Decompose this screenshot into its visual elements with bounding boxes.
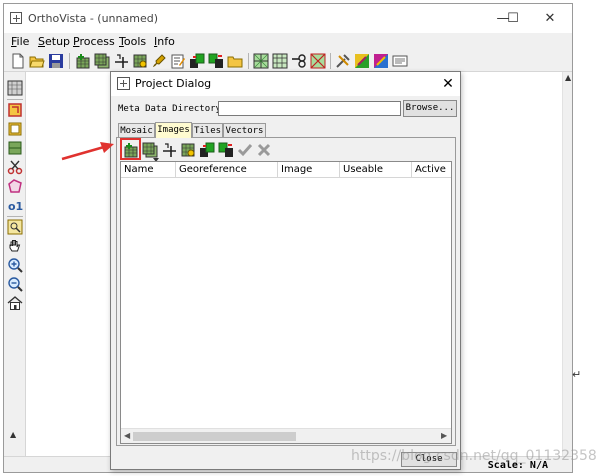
add-image-icon[interactable] (123, 142, 139, 158)
dialog-app-icon (117, 77, 130, 90)
hand-pan-icon[interactable] (7, 238, 23, 254)
title-bar: OrthoVista - (unnamed) — ☐ ✕ (4, 4, 572, 33)
svg-text:o1: o1 (8, 200, 23, 213)
image-panel-icon[interactable] (7, 80, 23, 96)
close-button[interactable]: ✕ (537, 10, 563, 28)
grid-tiles-icon[interactable] (272, 53, 288, 69)
tie-point-icon[interactable] (161, 142, 177, 158)
polygon-icon[interactable] (7, 178, 23, 194)
column-image[interactable]: Image (278, 162, 340, 178)
images-tab-panel: Name Georeference Image Useable Active ◀… (116, 137, 456, 446)
menu-setup[interactable]: Setup (38, 35, 70, 48)
save-icon[interactable] (48, 53, 64, 69)
annotation-arrow (61, 142, 114, 161)
bottom-scroll-indicator[interactable]: ▲ (10, 430, 16, 439)
scrollbar-thumb[interactable] (133, 432, 296, 441)
tools-icon[interactable] (335, 53, 351, 69)
image-settings-icon[interactable] (180, 142, 196, 158)
add-multiple-images-icon[interactable] (94, 53, 110, 69)
image-list[interactable]: Name Georeference Image Useable Active ◀… (120, 161, 452, 444)
column-name[interactable]: Name (121, 162, 176, 178)
zoom-in-icon[interactable] (7, 257, 23, 273)
menu-setup-accesskey: S (38, 35, 45, 48)
tie-point-icon[interactable] (113, 53, 129, 69)
new-file-icon[interactable] (10, 53, 26, 69)
add-multiple-images-icon[interactable] (142, 142, 158, 158)
color-balance-icon[interactable] (354, 53, 370, 69)
frame-icon[interactable] (7, 121, 23, 137)
transfer-icon[interactable] (189, 53, 205, 69)
main-toolbar (4, 50, 572, 72)
menu-file-label: ile (16, 35, 30, 48)
toolbar-separator (330, 53, 331, 69)
return-glyph: ↵ (572, 368, 582, 381)
tab-vectors[interactable]: Vectors (223, 123, 266, 138)
zoom-out-icon[interactable] (7, 276, 23, 292)
report-icon[interactable] (392, 53, 408, 69)
zoom-area-icon[interactable] (7, 219, 23, 235)
list-header: Name Georeference Image Useable Active (121, 162, 451, 178)
image-settings-icon[interactable] (132, 53, 148, 69)
accept-icon[interactable] (237, 142, 253, 158)
project-dialog: Project Dialog ✕ Meta Data Directory Bro… (110, 71, 461, 470)
toolbar-separator (7, 99, 23, 100)
menu-file[interactable]: File (11, 35, 29, 48)
open-folder-icon[interactable] (29, 53, 45, 69)
dialog-title: Project Dialog (135, 77, 212, 90)
vertical-scrollbar[interactable]: ▲ (562, 72, 572, 456)
window-title: OrthoVista - (unnamed) (28, 12, 158, 25)
link-icon[interactable] (291, 53, 307, 69)
maximize-button[interactable]: ☐ (500, 10, 526, 28)
grid-mosaic-icon[interactable] (253, 53, 269, 69)
scroll-up-arrow[interactable]: ▲ (565, 73, 571, 82)
menu-tools[interactable]: Tools (119, 35, 146, 48)
menu-info[interactable]: Info (154, 35, 175, 48)
menu-bar: File Setup Process Tools Info (4, 33, 572, 50)
left-toolbar: o1 ▲ (4, 72, 26, 456)
app-icon (10, 12, 22, 24)
column-active[interactable]: Active (412, 162, 451, 178)
folder-icon[interactable] (227, 53, 243, 69)
seamline-icon[interactable] (310, 53, 326, 69)
value-icon[interactable]: o1 (7, 197, 23, 213)
toolbar-separator (248, 53, 249, 69)
brush-icon[interactable] (151, 53, 167, 69)
tab-tiles[interactable]: Tiles (192, 123, 223, 138)
menu-info-label: nfo (157, 35, 175, 48)
menu-process-label: rocess (79, 35, 115, 48)
green-frame-icon[interactable] (7, 140, 23, 156)
toolbar-separator (7, 216, 23, 217)
color-swatch-icon[interactable] (373, 53, 389, 69)
horizontal-scrollbar[interactable]: ◀ ▶ (121, 428, 451, 443)
menu-process[interactable]: Process (73, 35, 115, 48)
menu-setup-label: etup (44, 35, 71, 48)
dialog-close-icon[interactable]: ✕ (439, 75, 457, 93)
scroll-left-arrow[interactable]: ◀ (124, 431, 130, 440)
column-useable[interactable]: Useable (340, 162, 412, 178)
tab-images[interactable]: Images (155, 122, 192, 138)
add-image-icon[interactable] (75, 53, 91, 69)
rotate-icon[interactable] (7, 102, 23, 118)
browse-button[interactable]: Browse... (403, 100, 457, 117)
transfer-alt-icon[interactable] (208, 53, 224, 69)
watermark: https://blog.csdn.net/qq_01132358 (351, 448, 597, 464)
meta-data-directory-input[interactable] (218, 101, 401, 116)
toolbar-separator (69, 53, 70, 69)
edit-document-icon[interactable] (170, 53, 186, 69)
transfer-icon[interactable] (199, 142, 215, 158)
column-georeference[interactable]: Georeference (176, 162, 278, 178)
transfer-alt-icon[interactable] (218, 142, 234, 158)
tab-mosaic[interactable]: Mosaic (118, 123, 155, 138)
reject-icon[interactable] (256, 142, 272, 158)
meta-data-directory-label: Meta Data Directory (118, 104, 221, 114)
home-icon[interactable] (7, 295, 23, 311)
dialog-title-bar: Project Dialog ✕ (111, 72, 460, 96)
menu-tools-label: ools (123, 35, 147, 48)
scroll-right-arrow[interactable]: ▶ (441, 431, 447, 440)
scissors-icon[interactable] (7, 159, 23, 175)
